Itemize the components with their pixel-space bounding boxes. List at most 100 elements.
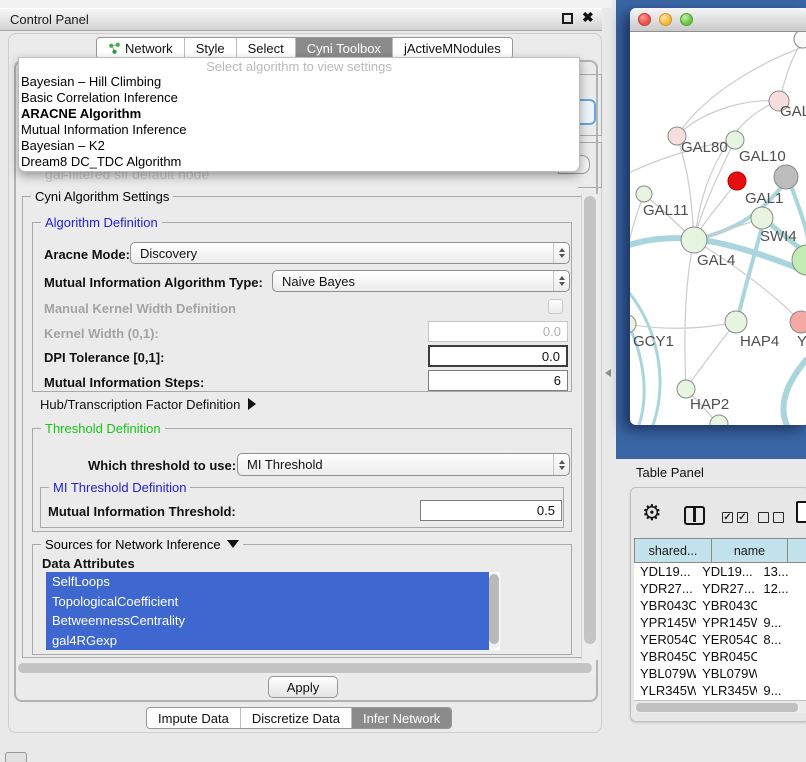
table-panel-title: Table Panel [636, 465, 704, 480]
column-header-a[interactable]: A [787, 538, 806, 563]
node-label-hap4: HAP4 [740, 333, 779, 350]
attribute-item-selfloops[interactable]: SelfLoops [46, 572, 489, 592]
network-node[interactable] [726, 131, 744, 149]
checked-checkbox-icon[interactable]: ✓ [737, 512, 748, 523]
column-header-name[interactable]: name [711, 538, 787, 563]
table-hscrollbar-thumb[interactable] [636, 703, 798, 712]
gear-icon[interactable]: ⚙ [642, 500, 662, 526]
dpi-tolerance-input[interactable]: 0.0 [428, 345, 568, 367]
network-edge[interactable] [685, 240, 694, 389]
algorithm-option-mutual-information-inference[interactable]: Mutual Information Inference [19, 122, 579, 138]
bottom-tab-discretize-data[interactable]: Discretize Data [241, 708, 352, 728]
which-threshold-combo[interactable]: MI Threshold [237, 453, 570, 476]
algorithm-option-bayesian-k2[interactable]: Bayesian – K2 [19, 138, 579, 154]
table-file-icon[interactable] [796, 501, 806, 523]
network-node[interactable] [728, 172, 746, 190]
algorithm-option-basic-correlation-inference[interactable]: Basic Correlation Inference [19, 90, 579, 106]
table-cell: YER054C [634, 632, 696, 647]
network-edge[interactable] [677, 101, 779, 136]
table-cell: 9... [757, 683, 806, 698]
column-header-shared-[interactable]: shared... [634, 538, 711, 563]
network-edge[interactable] [784, 360, 806, 425]
mi-algorithm-type-value: Naive Bayes [282, 274, 355, 289]
network-node[interactable] [725, 311, 747, 333]
mi-steps-input[interactable]: 6 [428, 370, 568, 391]
bottom-tab-impute-data[interactable]: Impute Data [147, 708, 241, 728]
network-node[interactable] [794, 32, 806, 48]
close-icon[interactable]: ✖ [582, 9, 594, 26]
settings-vscrollbar-thumb[interactable] [584, 196, 596, 644]
network-node[interactable] [792, 245, 806, 275]
algorithm-option-bayesian-hill-climbing[interactable]: Bayesian – Hill Climbing [19, 74, 579, 90]
tab-jactivemnodules[interactable]: jActiveMNodules [393, 38, 512, 58]
attribute-item-topologicalcoefficient[interactable]: TopologicalCoefficient [46, 592, 489, 612]
expand-right-icon[interactable] [248, 398, 256, 410]
node-label-hap2: HAP2 [690, 396, 729, 413]
attribute-item-gal4rgexp[interactable]: gal4RGexp [46, 631, 489, 651]
table-row[interactable]: YLR345WYLR345W9... [634, 682, 806, 699]
network-node[interactable] [681, 227, 707, 253]
network-edge[interactable] [677, 46, 806, 136]
float-window-icon[interactable] [562, 13, 573, 24]
algorithm-option-dream8-dc-tdc-algorithm[interactable]: Dream8 DC_TDC Algorithm [19, 154, 579, 170]
table-cell: YBL079W [696, 666, 757, 681]
network-node[interactable] [710, 415, 728, 425]
split-columns-icon[interactable] [684, 506, 705, 525]
table-row[interactable]: YDL19...YDL19...13... [634, 563, 806, 580]
tab-style[interactable]: Style [185, 38, 237, 58]
aracne-mode-combo[interactable]: Discovery [130, 242, 570, 264]
network-node[interactable] [751, 207, 773, 229]
network-node[interactable] [774, 165, 798, 189]
hub-definition-expander[interactable]: Hub/Transcription Factor Definition [40, 397, 256, 412]
tab-cyni-toolbox[interactable]: Cyni Toolbox [296, 38, 393, 58]
window-minimize-button[interactable] [659, 13, 672, 26]
network-edge[interactable] [686, 322, 736, 389]
network-graph-canvas[interactable]: GALGAL80GAL10GAL1GAL11SWI4GAL4GCY1HAP4YH… [630, 32, 806, 425]
mi-threshold-input[interactable]: 0.5 [420, 500, 562, 521]
window-close-button[interactable] [638, 13, 651, 26]
stepper-icon[interactable] [553, 271, 569, 291]
control-panel-tabbar: Network Style Select Cyni Toolbox jActiveMNo… [96, 37, 513, 59]
stepper-icon[interactable] [553, 243, 569, 263]
table-cell: YPR145W [634, 615, 696, 630]
kernel-width-input[interactable]: 0.0 [428, 321, 568, 342]
table-row[interactable]: YER054CYER054C8... [634, 631, 806, 648]
table-row[interactable]: YBR043CYBR043C [634, 597, 806, 614]
table-cell: 9... [757, 615, 806, 630]
checked-checkbox-icon[interactable]: ✓ [722, 512, 733, 523]
unchecked-checkbox-icon[interactable] [758, 512, 769, 523]
algorithm-option-aracne-algorithm[interactable]: ARACNE Algorithm [19, 106, 579, 122]
attributes-scrollbar-thumb[interactable] [489, 574, 499, 644]
stepper-icon[interactable] [553, 454, 569, 475]
splitter-collapse-icon[interactable] [605, 369, 611, 377]
tab-label: Style [196, 41, 225, 56]
apply-button[interactable]: Apply [268, 676, 338, 698]
kernel-width-value: 0.0 [543, 324, 561, 339]
node-label-gal1: GAL1 [745, 190, 783, 207]
network-node[interactable] [630, 315, 636, 333]
network-node[interactable] [790, 311, 806, 333]
table-row[interactable]: YPR145WYPR145W9... [634, 614, 806, 631]
network-edge[interactable] [630, 290, 660, 425]
window-zoom-button[interactable] [680, 13, 693, 26]
node-label-y: Y [797, 333, 806, 350]
unchecked-checkbox-icon[interactable] [773, 512, 784, 523]
tab-select[interactable]: Select [237, 38, 296, 58]
table-row[interactable]: YDR27...YDR27...12... [634, 580, 806, 597]
tab-label: Cyni Toolbox [307, 41, 381, 56]
settings-hscrollbar-thumb[interactable] [18, 663, 592, 673]
table-row[interactable]: YBR045CYBR045C [634, 648, 806, 665]
table-row[interactable]: YBL079WYBL079W [634, 665, 806, 682]
tab-network[interactable]: Network [97, 38, 185, 58]
bottom-tab-infer-network[interactable]: Infer Network [352, 708, 451, 728]
manual-kernel-width-checkbox[interactable] [548, 299, 563, 314]
screen: Control Panel ✖ NetworkStyleSelectCyni T… [0, 0, 806, 762]
attribute-item-betweennesscentrality[interactable]: BetweennessCentrality [46, 611, 489, 631]
network-node[interactable] [636, 186, 652, 202]
table-cell: YDL19... [696, 564, 757, 579]
mi-algorithm-type-combo[interactable]: Naive Bayes [272, 270, 570, 292]
network-window-titlebar[interactable] [630, 8, 806, 32]
tab-label: Infer Network [363, 711, 440, 726]
minimized-panel-icon[interactable] [5, 752, 27, 762]
collapse-down-icon[interactable] [227, 540, 239, 548]
